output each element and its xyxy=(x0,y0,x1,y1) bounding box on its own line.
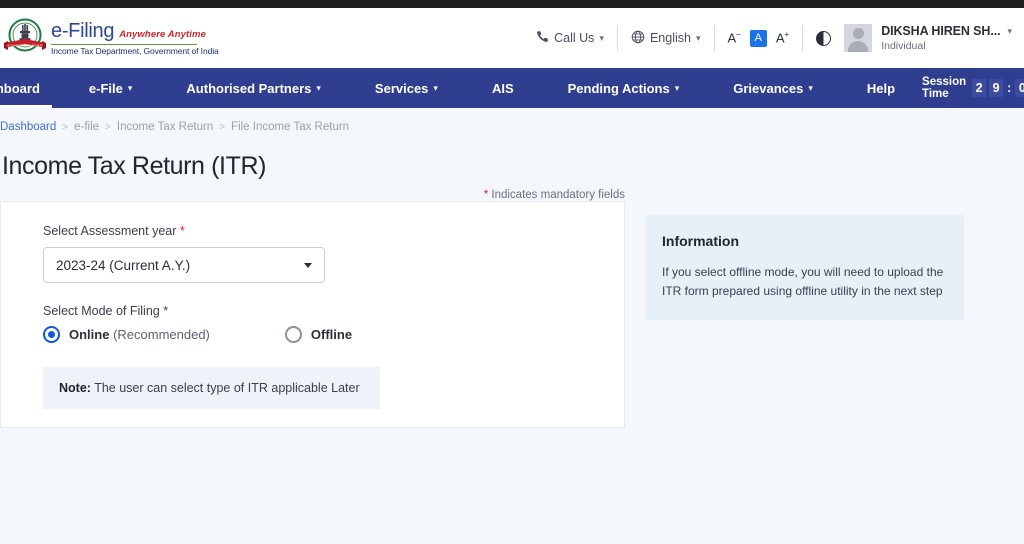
radio-label-offline: Offline xyxy=(311,327,352,342)
mandatory-note-text: Indicates mandatory fields xyxy=(491,189,625,201)
session-timer-digits: 2 9 : 0 3 xyxy=(972,79,1024,97)
breadcrumb: Dashboard > e-file > Income Tax Return >… xyxy=(0,108,1024,133)
nav-item-pending-actions[interactable]: Pending Actions ▾ xyxy=(541,68,707,108)
nav-item-authorised-partners[interactable]: Authorised Partners ▾ xyxy=(159,68,348,108)
mode-of-filing-radio-group: Online (Recommended) Offline xyxy=(43,326,624,343)
form-note-text: The user can select type of ITR applicab… xyxy=(91,381,360,395)
globe-icon xyxy=(631,30,645,47)
user-role: Individual xyxy=(881,40,1012,52)
contrast-toggle[interactable] xyxy=(803,31,844,46)
assessment-year-label-text: Select Assessment year xyxy=(43,224,176,238)
nav-item-services[interactable]: Services ▾ xyxy=(348,68,465,108)
breadcrumb-item-income-tax-return[interactable]: Income Tax Return xyxy=(117,121,213,133)
contrast-toggle-icon xyxy=(816,31,831,46)
font-size-controls: A− A A+ xyxy=(715,30,803,47)
chevron-down-icon xyxy=(304,263,312,268)
information-panel-title: Information xyxy=(662,233,946,249)
information-panel-body: If you select offline mode, you will nee… xyxy=(662,263,946,300)
call-us-label: Call Us xyxy=(554,31,594,45)
radio-option-online[interactable]: Online (Recommended) xyxy=(43,326,210,343)
nav-item-label: e-File xyxy=(89,81,123,96)
chevron-down-icon: ▾ xyxy=(316,83,321,94)
page-title: Income Tax Return (ITR) xyxy=(2,152,1024,181)
nav-item-label: Authorised Partners xyxy=(186,81,311,96)
session-digit: 9 xyxy=(989,79,1003,97)
nav-item-label: Help xyxy=(867,81,895,96)
session-timer: Session Time 2 9 : 0 3 xyxy=(922,68,1024,108)
user-account-menu[interactable]: DIKSHA HIREN SH... ▾ Individual xyxy=(844,24,1018,52)
logo-brand-text: e-Filing xyxy=(51,20,114,43)
site-logo[interactable]: सत्यमेव INCOME TAX DEPARTMENT e-Filing A… xyxy=(0,15,219,61)
chevron-down-icon: ▾ xyxy=(675,83,680,94)
radio-label-online-suffix: (Recommended) xyxy=(109,327,209,342)
language-menu[interactable]: English ▾ xyxy=(618,30,714,47)
india-emblem-icon: सत्यमेव INCOME TAX DEPARTMENT xyxy=(2,15,48,61)
nav-item-label: Grievances xyxy=(733,81,803,96)
avatar xyxy=(844,24,872,52)
breadcrumb-separator: > xyxy=(62,122,68,133)
assessment-year-value: 2023-24 (Current A.Y.) xyxy=(56,258,190,273)
nav-item-grievances[interactable]: Grievances ▾ xyxy=(706,68,840,108)
call-us-menu[interactable]: Call Us ▾ xyxy=(523,30,617,46)
chevron-down-icon: ▾ xyxy=(128,83,133,94)
breadcrumb-item-file-income-tax-return: File Income Tax Return xyxy=(231,121,349,133)
font-normal-button[interactable]: A xyxy=(750,30,767,47)
font-increase-button[interactable]: A+ xyxy=(776,31,789,44)
session-colon: : xyxy=(1007,81,1011,95)
font-decrease-label: A xyxy=(728,31,737,46)
chevron-down-icon: ▾ xyxy=(808,83,813,94)
chevron-down-icon: ▾ xyxy=(1007,26,1012,37)
nav-item-label: AIS xyxy=(492,81,514,96)
font-decrease-button[interactable]: A− xyxy=(728,31,741,44)
form-note-prefix: Note: xyxy=(59,381,91,395)
nav-item-help[interactable]: Help xyxy=(840,68,922,108)
header-utilities: Call Us ▾ English ▾ A− A xyxy=(523,8,1018,68)
radio-option-offline[interactable]: Offline xyxy=(285,326,352,343)
nav-item-label: Services xyxy=(375,81,429,96)
session-digit: 2 xyxy=(972,79,986,97)
font-normal-label: A xyxy=(755,33,762,44)
mode-of-filing-label: Select Mode of Filing * xyxy=(43,304,624,318)
chevron-down-icon: ▾ xyxy=(696,33,701,44)
form-note-box: Note: The user can select type of ITR ap… xyxy=(43,367,380,409)
breadcrumb-item-dashboard[interactable]: Dashboard xyxy=(0,121,56,133)
breadcrumb-separator: > xyxy=(219,122,225,133)
top-decorative-strip xyxy=(0,0,1024,8)
language-label: English xyxy=(650,31,691,45)
font-increase-label: A xyxy=(776,31,785,46)
breadcrumb-item-e-file[interactable]: e-file xyxy=(74,121,99,133)
nav-item-dashboard[interactable]: Dashboard xyxy=(0,68,62,108)
logo-divider-rule xyxy=(51,44,197,46)
chevron-down-icon: ▾ xyxy=(599,33,604,44)
nav-item-label: Dashboard xyxy=(0,81,40,96)
logo-department-text: Income Tax Department, Government of Ind… xyxy=(51,46,219,56)
nav-item-ais[interactable]: AIS xyxy=(465,68,541,108)
breadcrumb-separator: > xyxy=(105,122,111,133)
radio-indicator-offline[interactable] xyxy=(285,326,302,343)
radio-indicator-online[interactable] xyxy=(43,326,60,343)
radio-label-online: Online (Recommended) xyxy=(69,327,210,342)
nav-item-e-file[interactable]: e-File ▾ xyxy=(62,68,160,108)
required-star: * xyxy=(163,304,168,318)
main-navigation: Dashboard e-File ▾ Authorised Partners ▾… xyxy=(0,68,1024,108)
logo-tagline: Anywhere Anytime xyxy=(119,29,206,40)
svg-text:INCOME TAX DEPARTMENT: INCOME TAX DEPARTMENT xyxy=(7,44,44,48)
user-name: DIKSHA HIREN SH... xyxy=(881,24,1000,38)
assessment-year-select[interactable]: 2023-24 (Current A.Y.) xyxy=(43,247,325,283)
information-panel: Information If you select offline mode, … xyxy=(646,215,964,320)
mode-of-filing-label-text: Select Mode of Filing xyxy=(43,304,160,318)
phone-icon xyxy=(536,30,549,46)
mandatory-star: * xyxy=(484,189,488,201)
session-digit: 0 xyxy=(1015,79,1024,97)
session-timer-label: Session Time xyxy=(922,76,966,100)
chevron-down-icon: ▾ xyxy=(433,83,438,94)
required-star: * xyxy=(180,224,185,238)
mandatory-fields-note: * Indicates mandatory fields xyxy=(22,189,625,201)
filing-form-card: Select Assessment year * 2023-24 (Curren… xyxy=(0,201,625,428)
assessment-year-label: Select Assessment year * xyxy=(43,224,624,238)
site-header: सत्यमेव INCOME TAX DEPARTMENT e-Filing A… xyxy=(0,8,1024,68)
radio-label-online-text: Online xyxy=(69,327,109,342)
nav-item-label: Pending Actions xyxy=(568,81,670,96)
